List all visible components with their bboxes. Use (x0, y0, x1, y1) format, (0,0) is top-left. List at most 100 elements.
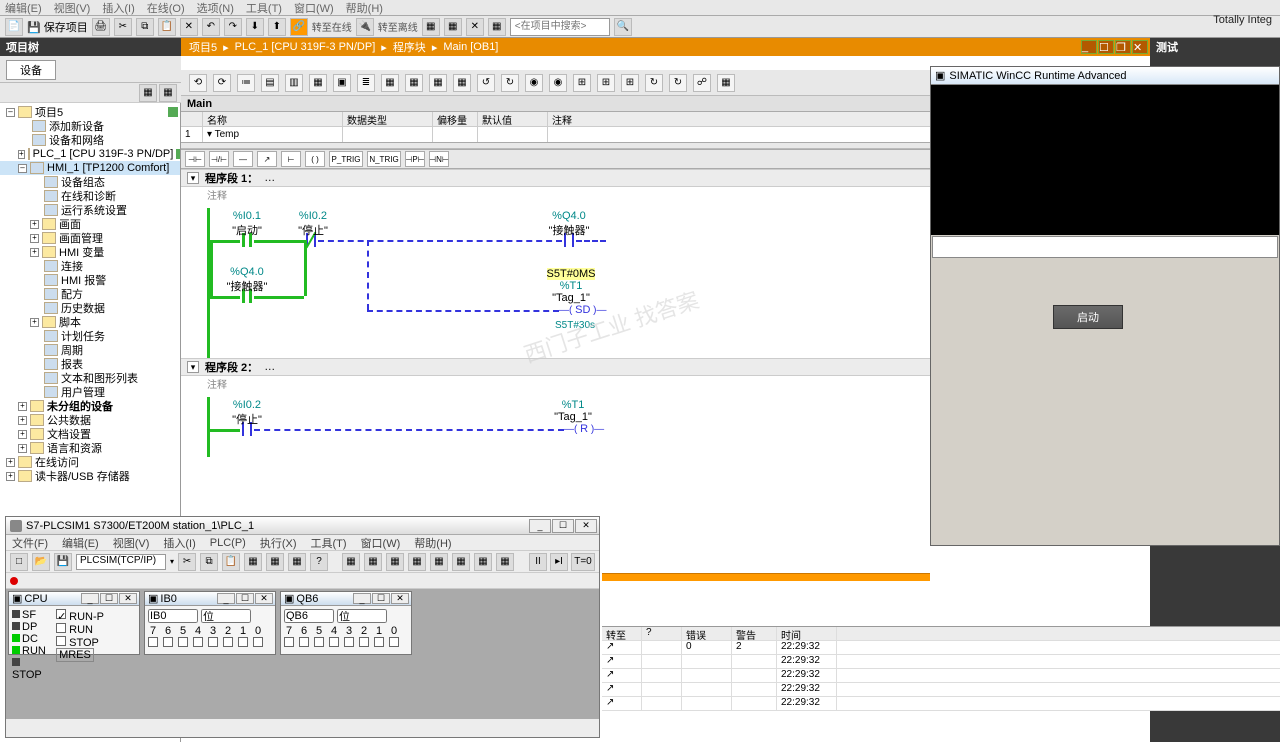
maximize-icon[interactable]: ☐ (100, 593, 118, 604)
sim-icon[interactable]: ⧉ (200, 553, 218, 571)
main-menubar[interactable]: 编辑(E) 视图(V) 插入(I) 在线(O) 选项(N) 工具(T) 窗口(W… (0, 0, 1280, 16)
reset-time-button[interactable]: T=0 (571, 553, 595, 571)
ed-btn-icon[interactable]: ▦ (429, 74, 447, 92)
print-icon[interactable]: 🖨 (92, 18, 110, 36)
close-icon[interactable]: ✕ (575, 519, 597, 533)
menu-tools[interactable]: 工具(T) (246, 0, 282, 16)
message-row[interactable]: ↗22:29:32 (602, 669, 1280, 683)
ib0-fmt-select[interactable] (201, 609, 251, 623)
go-offline-label[interactable]: 转至离线 (378, 19, 418, 34)
tree-node[interactable]: +脚本 (0, 315, 180, 329)
ed-btn-icon[interactable]: ▦ (405, 74, 423, 92)
sim-var-icon[interactable]: ▦ (496, 553, 514, 571)
tree-node[interactable]: +画面 (0, 217, 180, 231)
menu-options[interactable]: 选项(N) (197, 0, 234, 16)
message-row[interactable]: ↗22:29:32 (602, 655, 1280, 669)
qb6-addr-input[interactable] (284, 609, 334, 623)
ed-btn-icon[interactable]: ▦ (309, 74, 327, 92)
device-tab[interactable]: 设备 (6, 60, 56, 80)
sim-icon[interactable]: ▦ (244, 553, 262, 571)
ed-btn-icon[interactable]: ⟳ (213, 74, 231, 92)
menu-window[interactable]: 窗口(W) (294, 0, 334, 16)
maximize-icon[interactable]: ☐ (552, 519, 574, 533)
message-row[interactable]: ↗0222:29:32 (602, 641, 1280, 655)
sim-icon[interactable]: ▦ (288, 553, 306, 571)
bc-2[interactable]: 程序块 (393, 39, 426, 55)
ed-btn-icon[interactable]: ⟲ (189, 74, 207, 92)
runp-checkbox[interactable]: ✓ (56, 609, 66, 619)
tree-node[interactable]: HMI 报警 (0, 273, 180, 287)
ed-btn-icon[interactable]: ▤ (261, 74, 279, 92)
tree-node[interactable]: 设备组态 (0, 175, 180, 189)
bc-0[interactable]: 项目5 (189, 39, 217, 55)
tree-node[interactable]: 在线和诊断 (0, 189, 180, 203)
tree-node[interactable]: 运行系统设置 (0, 203, 180, 217)
paste-icon[interactable]: 📋 (158, 18, 176, 36)
ed-btn-icon[interactable]: ↺ (477, 74, 495, 92)
sim-icon[interactable]: ✂ (178, 553, 196, 571)
ed-btn-icon[interactable]: ↻ (645, 74, 663, 92)
collapse-icon[interactable]: ▾ (187, 361, 199, 373)
tree-node[interactable]: 配方 (0, 287, 180, 301)
menu-edit[interactable]: 编辑(E) (5, 0, 42, 16)
varrow-3[interactable] (433, 127, 478, 142)
go-online-icon[interactable]: 🔗 (290, 18, 308, 36)
tree-node[interactable]: +文档设置 (0, 427, 180, 441)
lad-ptrig-button[interactable]: P_TRIG (329, 151, 363, 167)
redo-icon[interactable]: ↷ (224, 18, 242, 36)
minimize-icon[interactable]: _ (81, 593, 99, 604)
tool-c-icon[interactable]: ✕ (466, 18, 484, 36)
open-icon[interactable]: 📂 (32, 553, 50, 571)
ed-btn-icon[interactable]: ☍ (693, 74, 711, 92)
lad-coil-icon[interactable]: ( ) (305, 151, 325, 167)
stop-checkbox[interactable] (56, 636, 66, 646)
ed-btn-icon[interactable]: ↻ (501, 74, 519, 92)
search-input[interactable] (510, 18, 610, 36)
tool-d-icon[interactable]: ▦ (488, 18, 506, 36)
tree-node[interactable]: +画面管理 (0, 231, 180, 245)
maximize-icon[interactable]: ☐ (1098, 40, 1114, 54)
cut-icon[interactable]: ✂ (114, 18, 132, 36)
ed-btn-icon[interactable]: ▣ (333, 74, 351, 92)
ed-btn-icon[interactable]: ▦ (381, 74, 399, 92)
collapse-icon[interactable]: ▾ (187, 172, 199, 184)
minimize-icon[interactable]: _ (529, 519, 551, 533)
ed-btn-icon[interactable]: ◉ (525, 74, 543, 92)
record-icon[interactable] (10, 577, 18, 585)
ed-btn-icon[interactable]: ⊞ (621, 74, 639, 92)
tree-node[interactable]: 历史数据 (0, 301, 180, 315)
help-icon[interactable]: ? (310, 553, 328, 571)
tree-node[interactable]: +PLC_1 [CPU 319F-3 PN/DP] (0, 147, 180, 161)
menu-view[interactable]: 视图(V) (54, 0, 91, 16)
download-icon[interactable]: ⬇ (246, 18, 264, 36)
copy-icon[interactable]: ⧉ (136, 18, 154, 36)
wincc-input-bar[interactable] (932, 236, 1278, 258)
sim-var-icon[interactable]: ▦ (474, 553, 492, 571)
tree-node[interactable]: 用户管理 (0, 385, 180, 399)
sim-var-icon[interactable]: ▦ (342, 553, 360, 571)
tree-node[interactable]: –HMI_1 [TP1200 Comfort] (0, 161, 180, 175)
hmi-start-button[interactable]: 启动 (1053, 305, 1123, 329)
bc-3[interactable]: Main [OB1] (443, 41, 498, 53)
tree-node[interactable]: 添加新设备 (0, 119, 180, 133)
ed-btn-icon[interactable]: ≔ (237, 74, 255, 92)
delete-icon[interactable]: ✕ (180, 18, 198, 36)
ib0-addr-input[interactable] (148, 609, 198, 623)
tool-b-icon[interactable]: ▦ (444, 18, 462, 36)
message-table[interactable]: 转至 ? 错误 警告 时间 ↗0222:29:32↗22:29:32↗22:29… (602, 626, 1280, 711)
lad-wire-icon[interactable]: — (233, 151, 253, 167)
ed-btn-icon[interactable]: ▦ (453, 74, 471, 92)
tree-node[interactable]: –项目5 (0, 105, 180, 119)
tree-node[interactable]: +语言和资源 (0, 441, 180, 455)
wincc-runtime-window[interactable]: ▣ SIMATIC WinCC Runtime Advanced 启动 (930, 66, 1280, 546)
tree-tool-2-icon[interactable]: ▦ (159, 84, 177, 102)
ed-btn-icon[interactable]: ▥ (285, 74, 303, 92)
message-row[interactable]: ↗22:29:32 (602, 683, 1280, 697)
sim-var-icon[interactable]: ▦ (430, 553, 448, 571)
varrow-4[interactable] (478, 127, 548, 142)
sim-var-icon[interactable]: ▦ (386, 553, 404, 571)
sim-ib0-window[interactable]: ▣IB0 _☐✕ 76543210 (144, 591, 276, 655)
sim-qb6-window[interactable]: ▣QB6 _☐✕ 76543210 (280, 591, 412, 655)
sim-var-icon[interactable]: ▦ (408, 553, 426, 571)
varrow-0[interactable]: 1 (181, 127, 203, 142)
